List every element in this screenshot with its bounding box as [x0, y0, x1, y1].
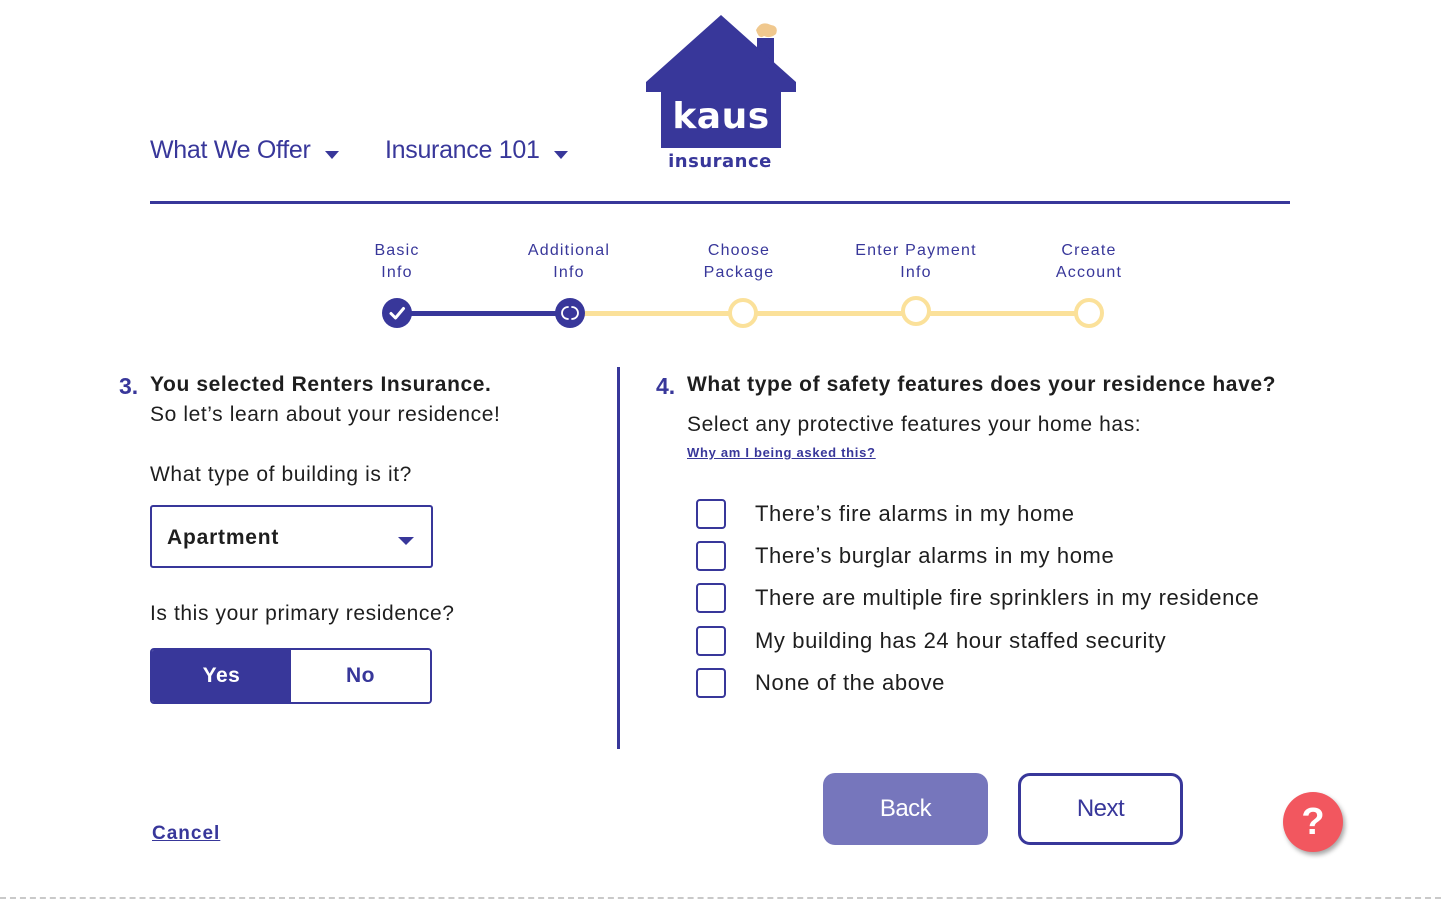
step-label-basic-info: Basic Info	[374, 242, 420, 281]
safety-option-label: My building has 24 hour staffed security	[755, 628, 1167, 653]
section-divider	[617, 367, 620, 749]
checkbox[interactable]	[696, 583, 726, 613]
primary-residence-no[interactable]: No	[291, 650, 430, 702]
next-button[interactable]: Next	[1018, 773, 1183, 845]
step-label-additional-info: Additional Info	[527, 242, 611, 281]
safety-option-fire-sprinklers[interactable]: There are multiple fire sprinklers in my…	[696, 583, 1259, 613]
safety-option-none[interactable]: None of the above	[696, 668, 945, 698]
primary-residence-label: Is this your primary residence?	[150, 602, 455, 625]
nav-what-we-offer-label: What We Offer	[150, 136, 311, 164]
step-label-enter-payment: Enter Payment Info	[855, 242, 977, 281]
checkbox[interactable]	[696, 541, 726, 571]
step-node-choose-package	[728, 298, 758, 328]
safety-option-label: There’s fire alarms in my home	[755, 501, 1075, 526]
back-button[interactable]: Back	[823, 773, 988, 845]
step-node-enter-payment	[901, 296, 931, 326]
step-node-create-account	[1074, 298, 1104, 328]
safety-option-label: There’s burglar alarms in my home	[755, 543, 1115, 568]
step-label-choose-package: Choose Package	[703, 242, 775, 281]
question-4-title: What type of safety features does your r…	[687, 373, 1277, 396]
logo-wordmark: kaus	[672, 96, 770, 137]
nav-what-we-offer[interactable]: What We Offer	[150, 136, 339, 165]
page-bottom-edge	[0, 897, 1441, 899]
checkmark-icon	[389, 307, 405, 320]
header-divider	[150, 201, 1290, 204]
question-3-subtitle: So let’s learn about your residence!	[150, 403, 501, 426]
nav-insurance-101[interactable]: Insurance 101	[385, 136, 568, 165]
primary-residence-yes[interactable]: Yes	[152, 650, 291, 702]
spinner-icon	[561, 306, 579, 320]
question-3-number: 3.	[119, 373, 139, 399]
logo-subtitle: insurance	[668, 151, 772, 172]
building-type-value: Apartment	[167, 526, 280, 549]
question-4-instruction: Select any protective features your home…	[687, 413, 1142, 436]
checkbox[interactable]	[696, 499, 726, 529]
checkbox[interactable]	[696, 668, 726, 698]
primary-residence-toggle: Yes No	[150, 648, 432, 704]
safety-option-fire-alarms[interactable]: There’s fire alarms in my home	[696, 499, 1075, 529]
cancel-link[interactable]: Cancel	[152, 823, 220, 845]
progress-track-pending	[570, 311, 1089, 316]
safety-option-label: There are multiple fire sprinklers in my…	[755, 585, 1260, 610]
safety-option-burglar-alarms[interactable]: There’s burglar alarms in my home	[696, 541, 1114, 571]
progress-track-complete	[397, 311, 570, 316]
checkbox[interactable]	[696, 626, 726, 656]
safety-option-label: None of the above	[755, 670, 946, 695]
step-node-basic-info	[382, 298, 412, 328]
help-button[interactable]: ?	[1283, 792, 1343, 852]
caret-down-icon	[398, 537, 414, 545]
question-3-title: You selected Renters Insurance.	[150, 373, 492, 396]
caret-down-icon	[324, 150, 339, 159]
building-type-select[interactable]: Apartment	[150, 505, 433, 568]
safety-option-staffed-security[interactable]: My building has 24 hour staffed security	[696, 626, 1166, 656]
step-label-create-account: Create Account	[1055, 242, 1123, 281]
question-4-number: 4.	[656, 373, 676, 399]
question-icon: ?	[1301, 800, 1325, 843]
building-type-label: What type of building is it?	[150, 463, 412, 486]
nav-insurance-101-label: Insurance 101	[385, 136, 540, 164]
step-node-additional-info	[555, 298, 585, 328]
caret-down-icon	[553, 150, 568, 159]
why-asked-link[interactable]: Why am I being asked this?	[687, 445, 876, 460]
